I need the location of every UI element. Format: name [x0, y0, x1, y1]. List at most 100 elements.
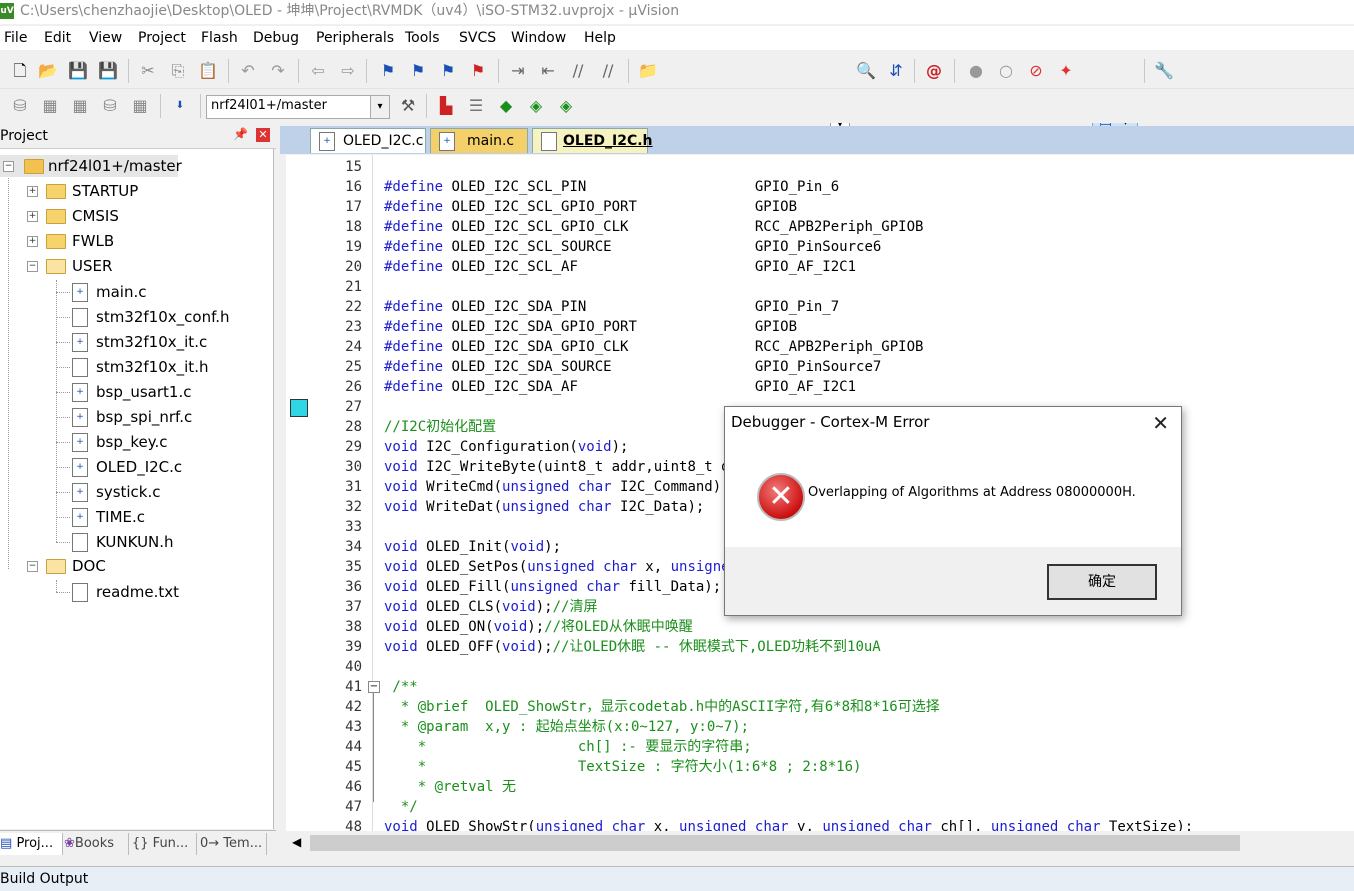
menu-file[interactable]: File [4, 30, 27, 46]
line-number: 30 [345, 459, 362, 475]
save-icon[interactable]: 💾 [68, 61, 88, 81]
rebuild-icon[interactable]: ▦ [70, 96, 90, 116]
translate-icon[interactable]: ⛁ [10, 96, 30, 116]
code-token: OLED_I2C_SCL_PIN GPIO_Pin_6 [443, 179, 840, 195]
code-token: OLED_SetPos( [417, 559, 528, 575]
tree-root[interactable]: − nrf24l01+/master [0, 155, 182, 177]
code-text: * TextSize : 字符大小(1:6*8 ; 2:8*16) [384, 757, 862, 777]
find-in-files-icon[interactable]: 📁 [638, 61, 658, 81]
menu-project[interactable]: Project [138, 30, 186, 46]
menu-edit[interactable]: Edit [44, 30, 71, 46]
nav-forward-icon[interactable]: ⇨ [338, 61, 358, 81]
ok-button[interactable]: 确定 [1047, 564, 1157, 600]
nav-back-icon[interactable]: ⇦ [308, 61, 328, 81]
bookmark-icon[interactable]: ⚑ [378, 61, 398, 81]
copy-icon[interactable]: ⎘ [168, 61, 188, 81]
comment-icon[interactable]: // [568, 61, 588, 81]
menu-tools[interactable]: Tools [405, 30, 440, 46]
collapse-icon[interactable]: − [27, 561, 38, 572]
batch-build-icon[interactable]: ⛁ [100, 96, 120, 116]
expand-icon[interactable]: + [27, 186, 38, 197]
new-file-icon[interactable]: 🗋 [10, 61, 30, 81]
scrollbar-thumb[interactable] [310, 835, 1240, 851]
save-all-icon[interactable]: 💾 [98, 61, 118, 81]
chevron-down-icon[interactable]: ▾ [370, 96, 389, 118]
tab-oled-i2c-c[interactable]: + OLED_I2C.c [310, 128, 426, 153]
tab-label: OLED_I2C.h [563, 133, 653, 149]
menu-svcs[interactable]: SVCS [459, 30, 496, 46]
code-token: OLED_CLS( [417, 599, 503, 615]
tab-main-c[interactable]: + main.c [430, 128, 528, 153]
line-number: 26 [345, 379, 362, 395]
stop-build-icon[interactable]: ▦ [130, 96, 150, 116]
header-file-icon [72, 358, 88, 377]
expand-icon[interactable]: + [27, 211, 38, 222]
toolbar-separator [160, 94, 161, 118]
main-toolbar: 🗋 📂 💾 💾 ✂ ⎘ 📋 ↶ ↷ ⇦ ⇨ ⚑ ⚑ ⚑ ⚑ ⇥ ⇤ // // … [0, 54, 1354, 138]
redo-icon[interactable]: ↷ [268, 61, 288, 81]
breakpoint-icon[interactable]: ● [966, 61, 986, 81]
code-token: OLED_I2C_SDA_GPIO_CLK RCC_APB2Periph_GPI… [443, 339, 924, 355]
indent-icon[interactable]: ⇥ [508, 61, 528, 81]
target-select[interactable]: nrf24l01+/master ▾ [206, 95, 390, 119]
target-options-icon[interactable]: ⚒ [398, 96, 418, 116]
tab-project[interactable]: ▤ Proj... [0, 833, 63, 855]
c-file-icon: + [72, 483, 88, 502]
expand-icon[interactable]: + [27, 236, 38, 247]
configure-icon[interactable]: 🔧 [1154, 61, 1174, 81]
download-icon[interactable]: ⬇ [170, 96, 190, 116]
open-folder-icon[interactable]: 📂 [38, 61, 58, 81]
tab-templates[interactable]: 0→ Tem... [200, 833, 267, 855]
pin-icon[interactable]: 📌 [233, 127, 248, 141]
menu-window[interactable]: Window [511, 30, 566, 46]
code-token: void [493, 619, 528, 635]
build-output-title: Build Output [0, 871, 89, 887]
error-dialog: Debugger - Cortex-M Error ✕ ✕ Overlappin… [724, 406, 1182, 616]
tab-functions[interactable]: {} Fun... [132, 833, 197, 855]
code-token: y, [788, 819, 823, 831]
build-icon[interactable]: ▦ [40, 96, 60, 116]
scroll-left-icon[interactable]: ◀ [292, 835, 301, 849]
close-icon[interactable]: ✕ [1152, 411, 1169, 435]
paste-icon[interactable]: 📋 [198, 61, 218, 81]
books-icon: ❀ [64, 836, 75, 851]
disable-breakpoint-icon[interactable]: ○ [996, 61, 1016, 81]
manage-components-icon[interactable]: ▙ [436, 96, 456, 116]
fold-collapse-icon[interactable]: − [368, 681, 380, 693]
toolbar-separator [954, 59, 955, 83]
unindent-icon[interactable]: ⇤ [538, 61, 558, 81]
tab-books[interactable]: ❀Books [64, 833, 129, 855]
menu-peripherals[interactable]: Peripherals [316, 30, 394, 46]
select-packs-icon[interactable]: ◈ [556, 96, 576, 116]
debug-session-icon[interactable]: @ [924, 61, 944, 81]
find-icon[interactable]: 🔍 [856, 61, 876, 81]
kill-breakpoints-icon[interactable]: ✦ [1056, 61, 1076, 81]
tab-oled-i2c-h[interactable]: OLED_I2C.h [532, 128, 653, 153]
undo-icon[interactable]: ↶ [238, 61, 258, 81]
code-text: * @param x,y : 起始点坐标(x:0~127, y:0~7); [384, 717, 749, 737]
disable-all-breakpoints-icon[interactable]: ⊘ [1026, 61, 1046, 81]
line-number: 18 [345, 219, 362, 235]
menu-debug[interactable]: Debug [253, 30, 299, 46]
horizontal-scrollbar[interactable]: ◀ [286, 832, 1354, 856]
c-file-icon: + [439, 132, 455, 151]
file-extensions-icon[interactable]: ☰ [466, 96, 486, 116]
code-token: //I2C初始化配置 [384, 419, 497, 435]
close-icon[interactable]: ✕ [256, 128, 270, 142]
line-number: 38 [345, 619, 362, 635]
collapse-icon[interactable]: − [3, 161, 14, 172]
menu-flash[interactable]: Flash [201, 30, 238, 46]
pack-installer-icon[interactable]: ◈ [526, 96, 546, 116]
incremental-find-icon[interactable]: ⇵ [886, 61, 906, 81]
run-time-env-icon[interactable]: ◆ [496, 96, 516, 116]
menu-view[interactable]: View [89, 30, 122, 46]
next-bookmark-icon[interactable]: ⚑ [438, 61, 458, 81]
line-number: 16 [345, 179, 362, 195]
prev-bookmark-icon[interactable]: ⚑ [408, 61, 428, 81]
clear-bookmarks-icon[interactable]: ⚑ [468, 61, 488, 81]
uncomment-icon[interactable]: // [598, 61, 618, 81]
menu-help[interactable]: Help [584, 30, 616, 46]
cut-icon[interactable]: ✂ [138, 61, 158, 81]
code-token: void [510, 539, 545, 555]
collapse-icon[interactable]: − [27, 261, 38, 272]
